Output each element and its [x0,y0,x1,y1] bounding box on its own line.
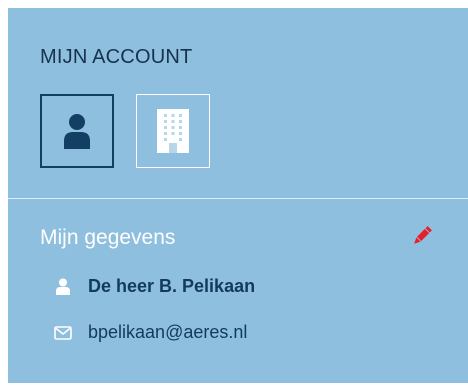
name-row: De heer B. Pelikaan [52,276,255,297]
envelope-icon [52,325,74,340]
customer-email[interactable]: bpelikaan@aeres.nl [88,322,247,343]
business-account-button[interactable] [136,94,210,168]
customer-name: De heer B. Pelikaan [88,276,256,296]
account-panel: MIJN ACCOUNT Mijn gegevens De heer B. Pe… [8,8,468,383]
email-row: bpelikaan@aeres.nl [52,322,247,343]
pencil-icon [414,226,432,244]
building-icon [157,109,189,153]
account-title: MIJN ACCOUNT [40,46,193,68]
details-title: Mijn gegevens [40,226,176,249]
section-divider [8,198,468,199]
private-account-button[interactable] [40,94,114,168]
user-small-icon [52,278,74,295]
user-icon [64,114,90,149]
edit-details-button[interactable] [412,226,432,251]
